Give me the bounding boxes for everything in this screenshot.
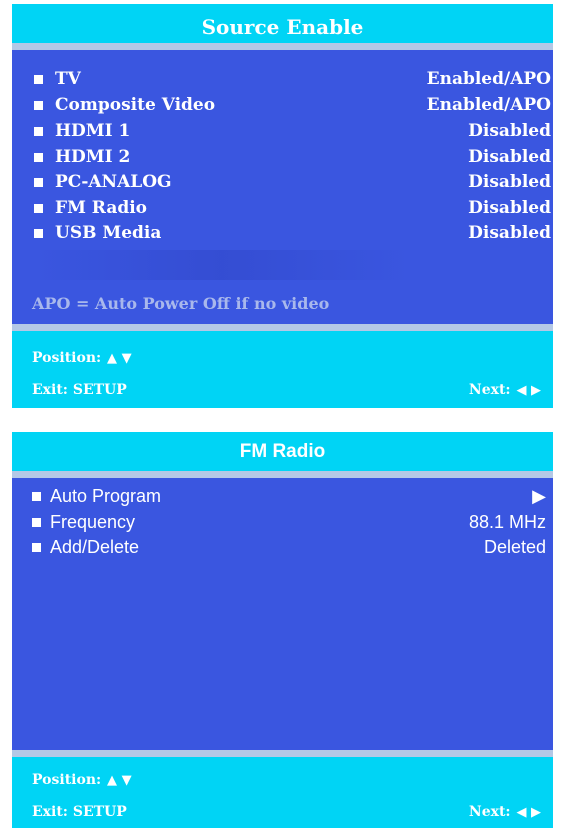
fm-item-value: Deleted <box>483 537 546 557</box>
fm-item-frequency[interactable]: Frequency 88.1 MHz <box>12 510 553 534</box>
bullet-square-icon <box>34 229 43 238</box>
exit-hint: Exit: SETUP Next: ◀ ▶ <box>32 801 541 823</box>
fm-radio-footer: Position: ▲ ▼ Exit: SETUP Next: ◀ ▶ <box>12 750 553 828</box>
bullet-square-icon <box>34 204 43 213</box>
up-down-arrows-icon: ▲ ▼ <box>107 773 132 788</box>
bullet-square-icon <box>34 127 43 136</box>
source-item-tv[interactable]: TV Enabled/APO <box>12 67 553 91</box>
source-item-value: Enabled/APO <box>426 95 551 115</box>
bullet-square-icon <box>32 518 41 527</box>
bullet-square-icon <box>34 178 43 187</box>
source-item-label: USB Media <box>55 223 162 243</box>
source-item-composite-video[interactable]: Composite Video Enabled/APO <box>12 93 553 117</box>
source-item-hdmi-2[interactable]: HDMI 2 Disabled <box>12 145 553 169</box>
left-right-arrows-icon: ◀ ▶ <box>516 383 541 398</box>
source-item-label: FM Radio <box>55 198 148 218</box>
exit-label: Exit: SETUP <box>32 804 127 820</box>
next-hint: Next: ◀ ▶ <box>469 379 541 402</box>
next-label: Next: <box>468 382 511 398</box>
exit-label: Exit: SETUP <box>32 382 127 398</box>
source-item-usb-media[interactable]: USB Media Disabled <box>12 221 553 245</box>
position-label: Position: <box>32 350 102 366</box>
source-item-label: TV <box>55 69 81 89</box>
source-item-hdmi-1[interactable]: HDMI 1 Disabled <box>12 119 553 143</box>
source-item-label: HDMI 2 <box>55 147 131 167</box>
next-hint: Next: ◀ ▶ <box>469 801 541 824</box>
source-item-value: Disabled <box>468 223 551 243</box>
source-item-value: Disabled <box>468 121 551 141</box>
bullet-square-icon <box>34 153 43 162</box>
source-item-label: HDMI 1 <box>55 121 131 141</box>
source-enable-menu: Source Enable TV Enabled/APO Composite V… <box>12 4 553 408</box>
source-item-fm-radio[interactable]: FM Radio Disabled <box>12 196 553 220</box>
exit-hint: Exit: SETUP Next: ◀ ▶ <box>32 379 541 401</box>
source-item-label: Composite Video <box>55 95 216 115</box>
position-label: Position: <box>32 772 102 788</box>
apo-note: APO = Auto Power Off if no video <box>32 294 330 313</box>
fm-item-label: Frequency <box>50 512 136 532</box>
bullet-square-icon <box>34 101 43 110</box>
fm-radio-title: FM Radio <box>12 432 553 478</box>
faded-background-text <box>32 250 412 280</box>
source-item-value: Disabled <box>468 147 551 167</box>
bullet-square-icon <box>32 543 41 552</box>
source-item-value: Enabled/APO <box>426 69 551 89</box>
source-enable-title: Source Enable <box>12 4 553 50</box>
up-down-arrows-icon: ▲ ▼ <box>107 351 132 366</box>
left-right-arrows-icon: ◀ ▶ <box>516 805 541 820</box>
source-item-label: PC-ANALOG <box>55 172 172 192</box>
bullet-square-icon <box>34 75 43 84</box>
fm-item-value: 88.1 MHz <box>468 512 546 532</box>
position-hint: Position: ▲ ▼ <box>32 347 541 369</box>
fm-item-label: Add/Delete <box>50 537 140 557</box>
source-item-value: Disabled <box>468 198 551 218</box>
source-item-pc-analog[interactable]: PC-ANALOG Disabled <box>12 170 553 194</box>
fm-item-auto-program[interactable]: Auto Program ▶ <box>12 484 553 508</box>
fm-item-add-delete[interactable]: Add/Delete Deleted <box>12 535 553 559</box>
bullet-square-icon <box>32 492 41 501</box>
next-label: Next: <box>468 804 511 820</box>
source-item-value: Disabled <box>468 172 551 192</box>
fm-radio-menu: FM Radio Auto Program ▶ Frequency 88.1 M… <box>12 432 553 828</box>
play-arrow-icon[interactable]: ▶ <box>532 484 546 508</box>
fm-item-label: Auto Program <box>50 486 162 506</box>
source-enable-footer: Position: ▲ ▼ Exit: SETUP Next: ◀ ▶ <box>12 324 553 408</box>
position-hint: Position: ▲ ▼ <box>32 769 541 791</box>
